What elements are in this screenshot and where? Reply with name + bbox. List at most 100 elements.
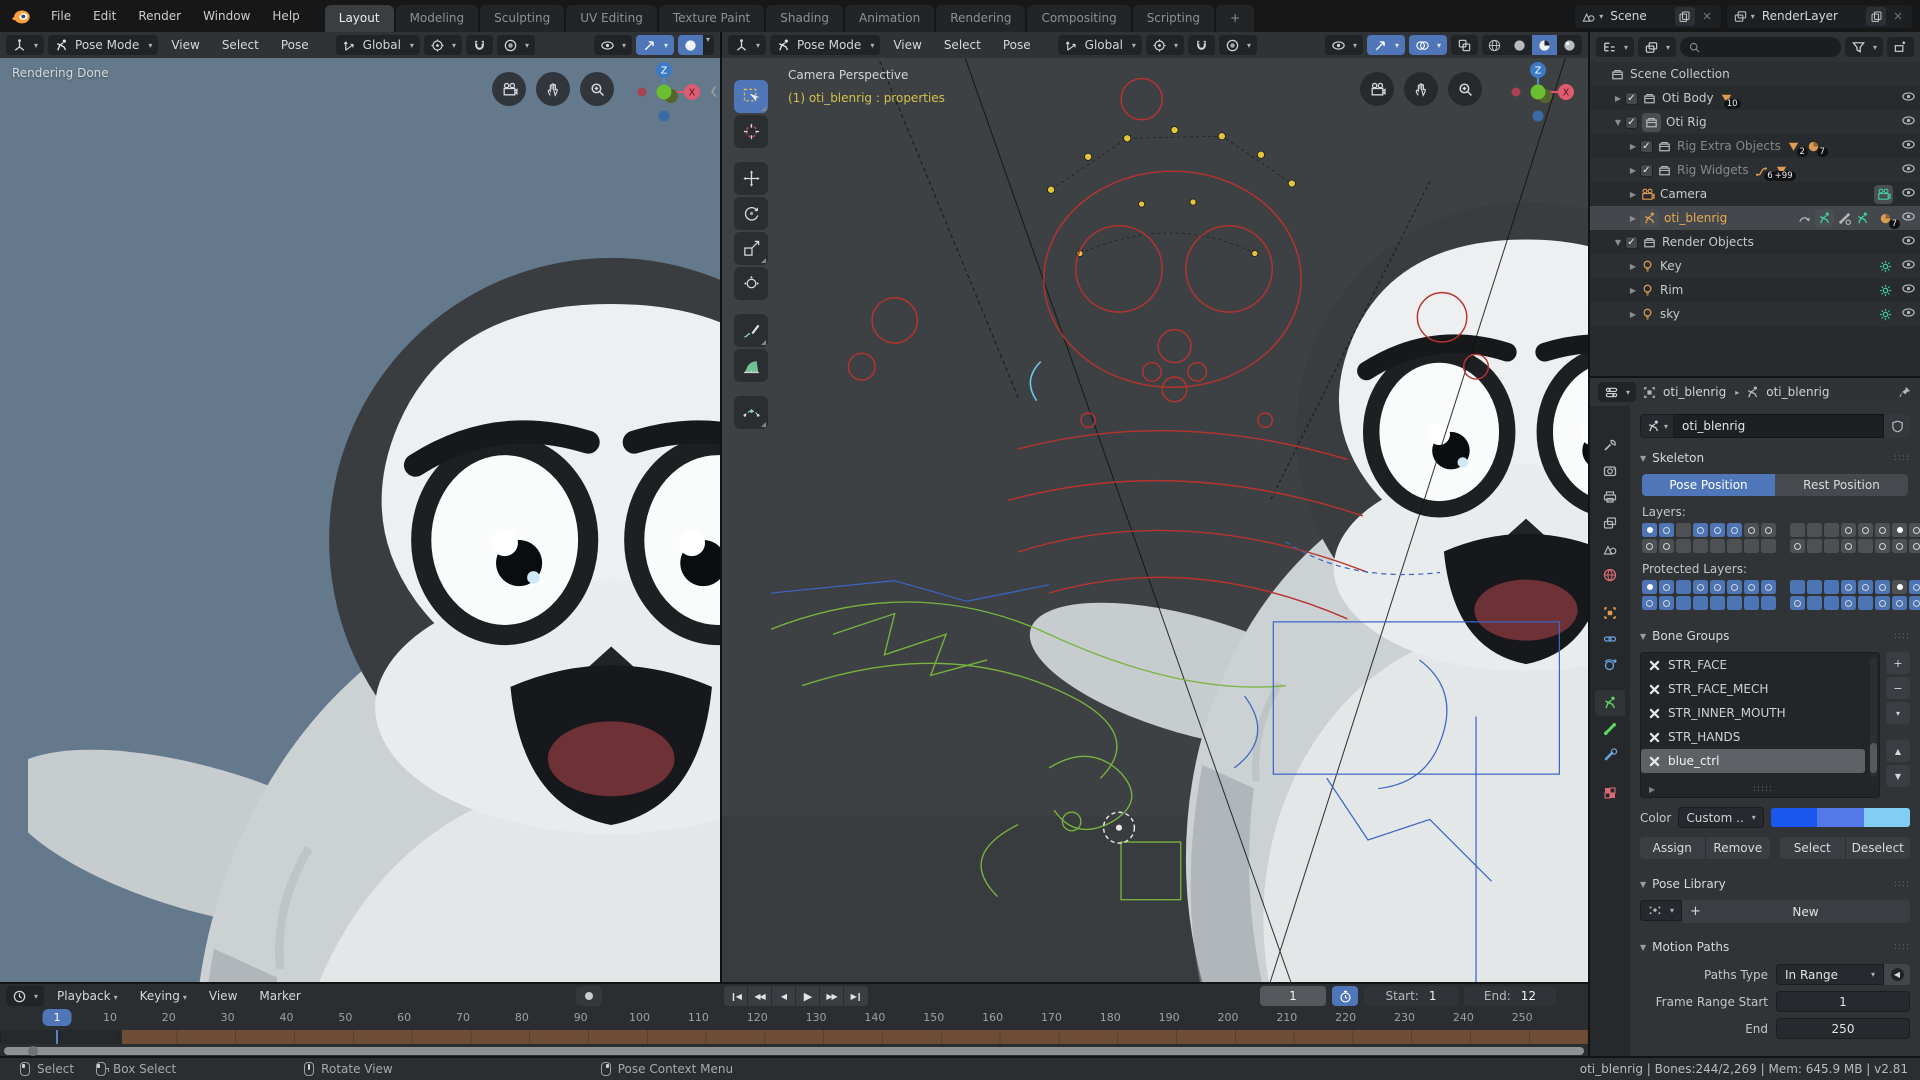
disclosure-icon[interactable]: ▶ [1611, 94, 1625, 103]
animate-property-button[interactable]: ◀ [1884, 964, 1910, 985]
deselect-button[interactable]: Deselect [1846, 837, 1911, 859]
layer-toggle[interactable] [1761, 580, 1776, 594]
header-menu-pose[interactable]: Pose [272, 36, 318, 54]
bone-group-blue_ctrl[interactable]: blue_ctrl [1641, 749, 1865, 773]
layer-toggle[interactable] [1744, 523, 1759, 537]
disclosure-icon[interactable]: ▶ [1626, 190, 1640, 199]
visibility-eye[interactable] [1901, 257, 1916, 275]
bone-group-str_hands[interactable]: STR_HANDS [1641, 725, 1879, 749]
tool-annotate[interactable] [734, 314, 768, 347]
menu-window[interactable]: Window [192, 6, 261, 26]
outliner-row-rig-widgets[interactable]: ▶✓Rig Widgets6+99 [1590, 158, 1920, 182]
close-layer-button[interactable] [1888, 7, 1908, 26]
header-menu-select[interactable]: Select [935, 36, 990, 54]
mode-selector[interactable]: Pose Mode▾ [48, 35, 158, 55]
layer-toggle[interactable] [1858, 539, 1873, 553]
snap-toggle[interactable] [466, 35, 493, 55]
workspace-tab-[interactable]: + [1216, 5, 1254, 32]
checkbox[interactable]: ✓ [1625, 236, 1638, 249]
workspace-tab-compositing[interactable]: Compositing [1027, 5, 1130, 32]
pose-library-panel-header[interactable]: ▼ Pose Library :::: [1640, 873, 1910, 895]
layer-toggle[interactable] [1909, 539, 1920, 553]
scrollbar-knob[interactable] [28, 1046, 38, 1056]
layer-toggle[interactable] [1824, 523, 1839, 537]
visibility-dropdown[interactable]: ▾ [594, 35, 632, 55]
layer-toggle[interactable] [1790, 580, 1805, 594]
layer-toggle[interactable] [1858, 596, 1873, 610]
disclosure-icon[interactable]: ▶ [1626, 214, 1640, 223]
visibility-eye[interactable] [1901, 161, 1916, 179]
pivot-point-selector[interactable]: ▾ [1146, 35, 1184, 55]
visibility-eye[interactable] [1901, 185, 1916, 203]
viewport-canvas-rendered[interactable]: Rendering Done Z X ❮ [0, 58, 720, 982]
tool-scale[interactable] [734, 232, 768, 265]
scroll-thumb[interactable] [1870, 743, 1877, 773]
outliner-row-scene-collection[interactable]: Scene Collection [1590, 62, 1920, 86]
layer-toggle[interactable] [1659, 580, 1674, 594]
header-menu-view[interactable]: View [884, 36, 930, 54]
camera-view-button[interactable] [492, 72, 526, 106]
axis-gizmo[interactable]: Z X [636, 60, 702, 126]
layer-toggle[interactable] [1744, 580, 1759, 594]
layer-toggle[interactable] [1858, 580, 1873, 594]
layer-toggle[interactable] [1676, 580, 1691, 594]
properties-tab-world[interactable] [1595, 562, 1625, 588]
color-swatch-1[interactable] [1771, 808, 1817, 827]
layer-toggle[interactable] [1761, 539, 1776, 553]
layer-toggle[interactable] [1841, 580, 1856, 594]
outliner-row-render-objects[interactable]: ▼✓Render Objects [1590, 230, 1920, 254]
menu-render[interactable]: Render [127, 6, 192, 26]
pin-icon[interactable] [1897, 385, 1912, 400]
editor-type-selector[interactable]: ▾ [6, 35, 44, 55]
layer-toggle[interactable] [1824, 539, 1839, 553]
properties-tab-render[interactable] [1595, 458, 1625, 484]
workspace-tab-shading[interactable]: Shading [766, 5, 843, 32]
disclosure-icon[interactable]: ▶ [1626, 262, 1640, 271]
skeleton-panel-header[interactable]: ▼ Skeleton :::: [1640, 447, 1910, 469]
properties-tab-object[interactable] [1595, 600, 1625, 626]
visibility-eye[interactable] [1901, 305, 1916, 323]
timeline-menu-playback[interactable]: Playback▾ [48, 987, 127, 1005]
layer-toggle[interactable] [1676, 596, 1691, 610]
layer-toggle[interactable] [1790, 523, 1805, 537]
scene-selector[interactable]: ▾ Scene [1575, 5, 1721, 28]
sidebar-collapse-arrow[interactable]: ❮ [710, 86, 718, 97]
header-menu-view[interactable]: View [162, 36, 208, 54]
outliner-row-oti_blenrig[interactable]: ▶oti_blenrig7 [1590, 206, 1920, 230]
layer-toggle[interactable] [1824, 596, 1839, 610]
pivot-point-selector[interactable]: ▾ [424, 35, 462, 55]
properties-editor-type[interactable]: ▾ [1598, 382, 1636, 402]
layer-toggle[interactable] [1693, 580, 1708, 594]
properties-tab-texture[interactable] [1595, 780, 1625, 806]
timeline-menu-view[interactable]: View [200, 987, 246, 1005]
new-layer-button[interactable] [1866, 7, 1886, 26]
id-type-dropdown[interactable]: ▾ [1640, 414, 1674, 438]
timeline-menu-keying[interactable]: Keying▾ [131, 987, 196, 1005]
properties-tab-data[interactable] [1595, 690, 1625, 716]
tool-rotate[interactable] [734, 197, 768, 230]
new-pose-library-button[interactable]: +New [1682, 900, 1910, 923]
pose-position-button[interactable]: Pose Position [1642, 474, 1775, 496]
pan-view-button[interactable] [536, 72, 570, 106]
visibility-eye[interactable] [1901, 89, 1916, 107]
layer-toggle[interactable] [1807, 596, 1822, 610]
shading-material-preview[interactable] [1532, 35, 1557, 55]
properties-tab-physics[interactable] [1595, 652, 1625, 678]
layer-toggle[interactable] [1892, 580, 1907, 594]
layer-toggle[interactable] [1642, 523, 1657, 537]
axis-gizmo[interactable]: Z X [1510, 60, 1576, 126]
layer-toggle[interactable] [1761, 596, 1776, 610]
tool-select-box[interactable] [734, 80, 768, 113]
transform-orientation[interactable]: Global▾ [1058, 35, 1142, 55]
outliner-row-oti-body[interactable]: ▶✓Oti Body10 [1590, 86, 1920, 110]
move-down-button[interactable]: ▼ [1886, 765, 1910, 787]
layer-toggle[interactable] [1892, 596, 1907, 610]
tool-breakdowner[interactable] [734, 396, 768, 429]
visibility-eye[interactable] [1901, 137, 1916, 155]
timeline-editor-selector[interactable]: ▾ [6, 986, 44, 1006]
move-up-button[interactable]: ▲ [1886, 740, 1910, 762]
workspace-tab-uvediting[interactable]: UV Editing [566, 5, 657, 32]
bone-group-str_inner_mouth[interactable]: STR_INNER_MOUTH [1641, 701, 1879, 725]
menu-help[interactable]: Help [261, 6, 310, 26]
disclosure-icon[interactable]: ▼ [1611, 238, 1625, 247]
